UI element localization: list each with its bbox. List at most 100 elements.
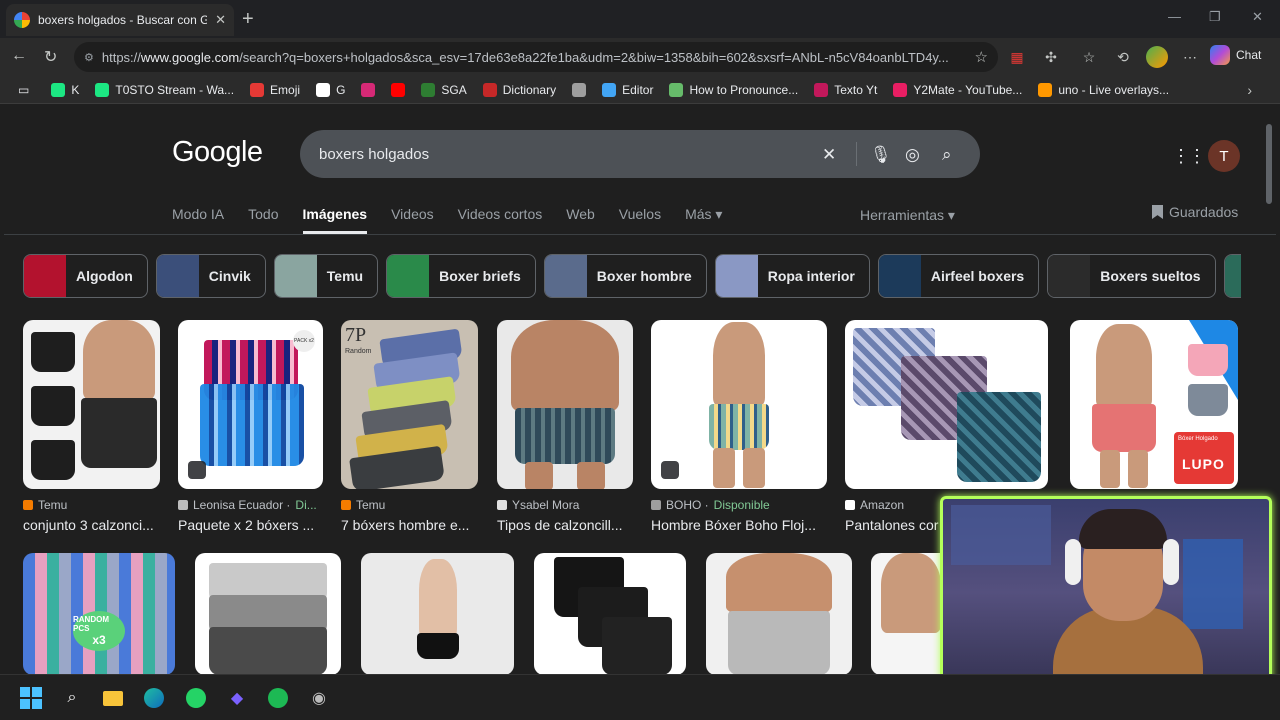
image-result[interactable]: Ysabel Mora Tipos de calzoncill...: [497, 320, 633, 533]
result-caption[interactable]: 7 bóxers hombre e...: [341, 517, 478, 533]
search-tab[interactable]: Modo IA: [172, 206, 224, 234]
reading-list-icon[interactable]: ▭: [10, 83, 43, 97]
bookmark-item[interactable]: uno - Live overlays...: [1030, 82, 1177, 97]
close-tab-icon[interactable]: ✕: [215, 12, 226, 28]
lens-icon[interactable]: ◎: [905, 145, 920, 165]
bookmark-item[interactable]: [383, 82, 413, 97]
bookmark-item[interactable]: T0STO Stream - Wa...: [87, 82, 242, 97]
more-menu-icon[interactable]: ⋯: [1181, 48, 1199, 66]
reload-icon[interactable]: ↻: [44, 47, 57, 67]
browser-tab[interactable]: boxers holgados - Buscar con Goo ✕: [6, 4, 234, 36]
bookmark-item[interactable]: Emoji: [242, 82, 308, 97]
bookmark-item[interactable]: Y2Mate - YouTube...: [885, 82, 1030, 97]
image-result[interactable]: [706, 553, 852, 674]
tools-menu[interactable]: Herramientas ▾: [860, 207, 955, 224]
result-image[interactable]: PACK x2: [178, 320, 323, 489]
search-tab[interactable]: Web: [566, 206, 595, 234]
back-icon[interactable]: ←: [11, 47, 27, 65]
related-search-chip[interactable]: Cinvik: [155, 254, 266, 298]
result-image[interactable]: [497, 320, 633, 489]
result-image[interactable]: [195, 553, 341, 674]
image-result[interactable]: Temu conjunto 3 calzonci...: [23, 320, 160, 533]
search-tab[interactable]: Videos: [391, 206, 434, 234]
microphone-icon[interactable]: 🎙: [870, 145, 892, 165]
bookmark-item[interactable]: Texto Yt: [806, 82, 885, 97]
related-search-chip[interactable]: Boxer hombre: [543, 254, 707, 298]
clear-search-icon[interactable]: ✕: [822, 145, 836, 165]
result-image[interactable]: [845, 320, 1048, 489]
result-caption[interactable]: conjunto 3 calzonci...: [23, 517, 160, 533]
browser-window: boxers holgados - Buscar con Goo ✕ + — ❐…: [0, 0, 1280, 720]
copilot-chat-button[interactable]: Chat: [1210, 45, 1261, 65]
search-input[interactable]: boxers holgados ✕ 🎙 ◎ ⌕: [300, 130, 980, 178]
extension-red-icon[interactable]: ▦: [1008, 48, 1026, 66]
bookmark-item[interactable]: Editor: [594, 82, 661, 97]
result-image[interactable]: [534, 553, 686, 674]
bookmark-item[interactable]: [564, 82, 594, 97]
close-window-icon[interactable]: ✕: [1252, 9, 1263, 25]
search-tab[interactable]: Videos cortos: [458, 206, 543, 234]
profile-avatar[interactable]: [1146, 46, 1168, 68]
bookmark-item[interactable]: K: [43, 82, 87, 97]
page-scrollbar[interactable]: [1266, 124, 1272, 204]
image-result[interactable]: [534, 553, 686, 674]
image-result[interactable]: BOHO · Disponible Hombre Bóxer Boho Floj…: [651, 320, 827, 533]
related-search-chip[interactable]: Airfeel boxers: [877, 254, 1040, 298]
related-search-chip[interactable]: Temu: [273, 254, 379, 298]
windows-start-icon[interactable]: [20, 687, 42, 709]
bookmark-item[interactable]: Dictionary: [475, 82, 564, 97]
chevron-right-icon[interactable]: ›: [1247, 82, 1252, 98]
spotify-icon[interactable]: [267, 687, 289, 709]
minimize-icon[interactable]: —: [1168, 9, 1181, 24]
result-image[interactable]: RANDOM PCS x3: [23, 553, 175, 674]
image-result[interactable]: [361, 553, 514, 674]
search-icon[interactable]: ⌕: [61, 687, 83, 709]
address-bar[interactable]: ⚙ https://www.google.com/search?q=boxers…: [74, 42, 998, 72]
result-caption[interactable]: Paquete x 2 bóxers ...: [178, 517, 323, 533]
image-result[interactable]: Bóxer Holgado LUPO: [1070, 320, 1238, 503]
new-tab-icon[interactable]: +: [242, 8, 254, 31]
obs-icon[interactable]: ◉: [308, 687, 330, 709]
saved-link[interactable]: Guardados: [1152, 204, 1238, 220]
favorites-icon[interactable]: ☆: [1080, 48, 1098, 66]
image-result[interactable]: [195, 553, 341, 674]
result-caption[interactable]: Hombre Bóxer Boho Floj...: [651, 517, 827, 533]
related-search-chip[interactable]: Boxers sueltos: [1047, 254, 1216, 298]
search-tab[interactable]: Imágenes: [302, 206, 368, 234]
bookmark-item[interactable]: SGA: [413, 82, 474, 97]
result-caption[interactable]: Tipos de calzoncill...: [497, 517, 633, 533]
maximize-icon[interactable]: ❐: [1209, 9, 1221, 25]
bookmark-star-icon[interactable]: ☆: [975, 48, 988, 66]
image-result[interactable]: [871, 553, 951, 674]
search-tab[interactable]: Vuelos: [619, 206, 661, 234]
file-explorer-icon[interactable]: [102, 687, 124, 709]
bookmark-item[interactable]: How to Pronounce...: [661, 82, 806, 97]
result-image[interactable]: [706, 553, 852, 674]
google-logo[interactable]: Google: [172, 136, 263, 169]
extensions-puzzle-icon[interactable]: ✣: [1042, 48, 1060, 66]
related-search-chip[interactable]: [1223, 254, 1241, 298]
related-search-chip[interactable]: Ropa interior: [714, 254, 870, 298]
bookmark-item[interactable]: [353, 82, 383, 97]
result-image[interactable]: [23, 320, 160, 489]
search-icon[interactable]: ⌕: [942, 145, 952, 165]
image-result[interactable]: PACK x2 Leonisa Ecuador · Di... Paquete …: [178, 320, 323, 533]
app-icon[interactable]: ◆: [226, 687, 248, 709]
result-image[interactable]: Bóxer Holgado LUPO: [1070, 320, 1238, 489]
image-result[interactable]: RANDOM PCS x3: [23, 553, 175, 674]
related-search-chip[interactable]: Algodon: [23, 254, 148, 298]
result-image[interactable]: [361, 553, 514, 674]
site-info-icon[interactable]: ⚙: [84, 51, 94, 64]
search-tab[interactable]: Todo: [248, 206, 278, 234]
edge-icon[interactable]: [143, 687, 165, 709]
whatsapp-icon[interactable]: [185, 687, 207, 709]
search-tab[interactable]: Más ▾: [685, 206, 722, 234]
result-image[interactable]: 7P Random: [341, 320, 478, 489]
bookmark-item[interactable]: G: [308, 82, 353, 97]
result-image[interactable]: [871, 553, 951, 674]
result-image[interactable]: [651, 320, 827, 489]
related-search-chip[interactable]: Boxer briefs: [386, 254, 536, 298]
image-result[interactable]: 7P Random Temu 7 bóxers hombre e...: [341, 320, 478, 533]
account-avatar[interactable]: T: [1208, 140, 1240, 172]
history-icon[interactable]: ⟲: [1114, 48, 1132, 66]
